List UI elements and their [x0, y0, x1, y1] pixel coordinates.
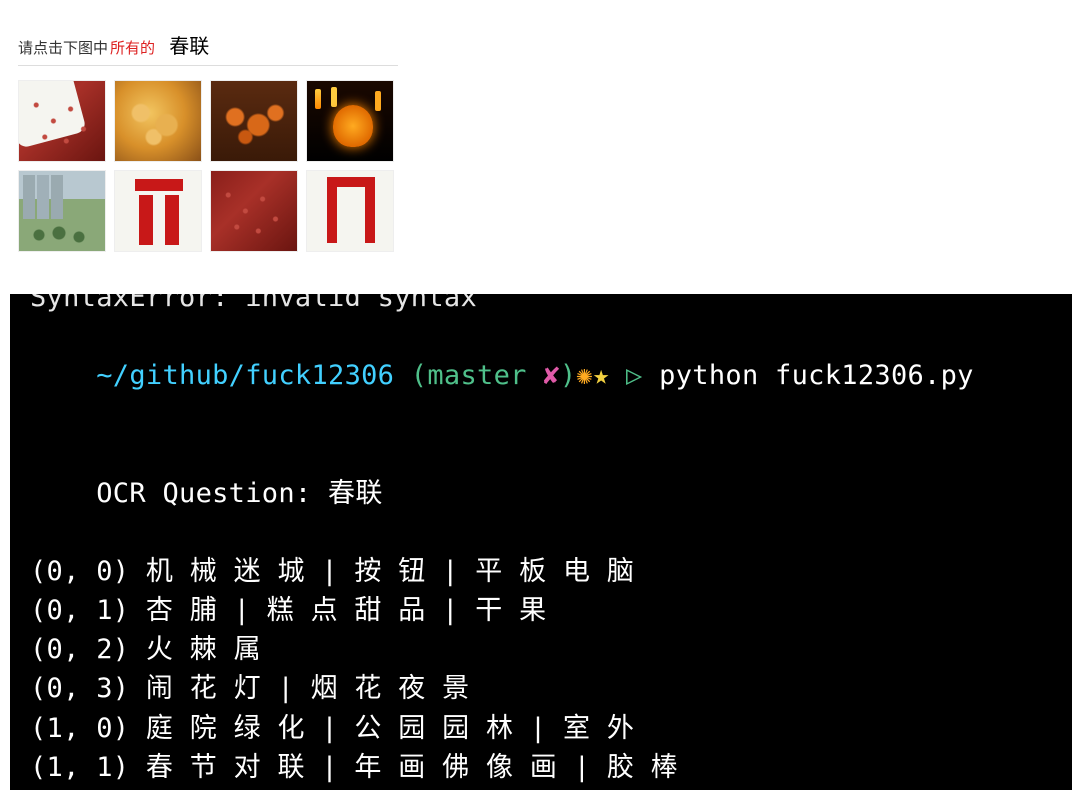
result-coord: (1, 0) [30, 713, 129, 744]
image-jackolantern[interactable] [306, 80, 394, 162]
captcha-area: 请点击下图中所有的 春联 [0, 0, 1080, 262]
image-garden[interactable] [18, 170, 106, 252]
captcha-grid [18, 80, 1062, 252]
result-coord: (0, 2) [30, 634, 129, 665]
result-labels: 杏 脯 | 糕 点 甜 品 | 干 果 [129, 595, 546, 626]
image-pastry[interactable] [114, 80, 202, 162]
error-line: SyntaxError: invalid syntax [30, 294, 1052, 317]
image-couplet-frame[interactable] [306, 170, 394, 252]
ocr-value: 春联 [328, 478, 383, 509]
result-coord: (0, 0) [30, 556, 129, 587]
result-line: (0, 3) 闹 花 灯 | 烟 花 夜 景 [30, 669, 1052, 708]
result-labels: 火 棘 属 [129, 634, 261, 665]
branch-name: master [427, 360, 543, 391]
ocr-label: OCR Question: [96, 478, 328, 509]
image-beans[interactable] [210, 170, 298, 252]
triangle-icon: ▷ [610, 360, 660, 391]
ocr-question-line: OCR Question: 春联 [30, 435, 1052, 552]
prompt-path: ~/github/fuck12306 [96, 360, 394, 391]
result-coord: (0, 3) [30, 673, 129, 704]
command-text: python fuck12306.py [659, 360, 974, 391]
result-line: (1, 2) 赤 小 豆 | 赤 豆 | 豆 子 类 [30, 787, 1052, 790]
divider [18, 65, 398, 66]
star-icon: ★ [593, 360, 610, 391]
image-couplet[interactable] [114, 170, 202, 252]
prompt-emphasis: 所有的 [110, 40, 155, 57]
result-line: (1, 0) 庭 院 绿 化 | 公 园 园 林 | 室 外 [30, 709, 1052, 748]
prompt-line: ~/github/fuck12306 (master ✘)✺★ ▷ python… [30, 317, 1052, 434]
result-line: (0, 2) 火 棘 属 [30, 630, 1052, 669]
result-labels: 庭 院 绿 化 | 公 园 园 林 | 室 外 [129, 713, 634, 744]
x-icon: ✘ [543, 360, 560, 391]
result-labels: 机 械 迷 城 | 按 钮 | 平 板 电 脑 [129, 556, 634, 587]
branch-close: ) [560, 360, 577, 391]
result-labels: 春 节 对 联 | 年 画 佛 像 画 | 胶 棒 [129, 752, 678, 783]
prompt-target: 春联 [169, 36, 209, 58]
result-coord: (0, 1) [30, 595, 129, 626]
result-labels: 闹 花 灯 | 烟 花 夜 景 [129, 673, 469, 704]
captcha-prompt: 请点击下图中所有的 春联 [18, 30, 1062, 59]
result-coord: (1, 1) [30, 752, 129, 783]
sun-icon: ✺ [576, 360, 593, 391]
image-beans-bowl[interactable] [18, 80, 106, 162]
result-line: (1, 1) 春 节 对 联 | 年 画 佛 像 画 | 胶 棒 [30, 748, 1052, 787]
result-line: (0, 1) 杏 脯 | 糕 点 甜 品 | 干 果 [30, 591, 1052, 630]
branch-open: ( [394, 360, 427, 391]
result-line: (0, 0) 机 械 迷 城 | 按 钮 | 平 板 电 脑 [30, 552, 1052, 591]
image-pumpkins[interactable] [210, 80, 298, 162]
prompt-prefix: 请点击下图中 [18, 40, 108, 57]
terminal[interactable]: SyntaxError: invalid syntax ~/github/fuc… [10, 294, 1072, 790]
results-list: (0, 0) 机 械 迷 城 | 按 钮 | 平 板 电 脑(0, 1) 杏 脯… [30, 552, 1052, 790]
